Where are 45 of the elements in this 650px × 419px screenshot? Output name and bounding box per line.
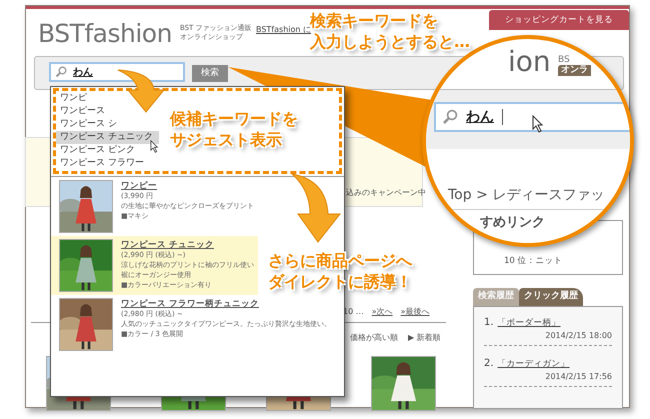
suggestion-item[interactable]: ワンピース ピンク xyxy=(56,144,141,157)
callout-text: 入力しようとすると… xyxy=(310,32,470,52)
sort-link[interactable]: 価格が高い順 xyxy=(350,332,398,344)
section-heading: すめリンク xyxy=(480,215,545,231)
list-number: 2. xyxy=(484,357,494,371)
suggestion-item[interactable]: ワンピース xyxy=(56,105,111,118)
curved-arrow-icon xyxy=(118,70,164,112)
pager-link[interactable]: »次へ xyxy=(372,306,393,318)
ranking-link[interactable]: 10 位：ニット xyxy=(504,255,563,268)
search-text: わん xyxy=(466,108,494,126)
cursor-icon xyxy=(532,115,544,133)
history-tab[interactable]: クリック履歴 xyxy=(519,288,583,306)
history-link[interactable]: 「カーディガン」 xyxy=(498,358,570,371)
search-field[interactable]: わん xyxy=(49,62,185,82)
suggestion-item[interactable]: ワンピース シ xyxy=(56,118,123,131)
suggestion-item[interactable]: ワンピ xyxy=(56,92,93,105)
product-title-link[interactable]: ワンピース チュニック xyxy=(121,239,254,251)
product-title-link[interactable]: ワンピース フラワー柄チュニック xyxy=(121,298,331,310)
site-logo[interactable]: BSTfashion xyxy=(38,20,172,48)
logo-text: ion xyxy=(508,47,551,77)
campaign-text: 込みのキャンペーン中 xyxy=(346,187,426,199)
search-icon xyxy=(55,66,67,78)
list-number: 1. xyxy=(484,316,494,330)
callout-text: 候補キーワードを xyxy=(170,108,298,129)
breadcrumb-text: Top > レディースファッ xyxy=(448,186,604,205)
product-title-link[interactable]: ワンピー xyxy=(121,180,254,192)
search-text: わん xyxy=(73,66,93,80)
cart-button[interactable]: ショッピングカートを見る xyxy=(489,10,629,30)
tagline-text: BS xyxy=(558,55,570,65)
history-link[interactable]: 「ボーダー柄」 xyxy=(498,317,561,330)
sort-link[interactable]: ▶ 新着順 xyxy=(408,332,441,344)
curved-arrow-icon xyxy=(292,174,340,242)
timestamp-text: 2014/2/15 17:56 xyxy=(545,371,612,383)
search-field[interactable]: わん xyxy=(434,102,630,132)
header-link[interactable]: BSTfashion に xyxy=(256,24,311,36)
timestamp-text: 2014/2/15 18:00 xyxy=(545,330,612,342)
callout-text: 検索キーワードを xyxy=(310,10,438,30)
suggestion-item[interactable]: ワンピース チュニック xyxy=(56,131,159,144)
cursor-icon xyxy=(150,140,159,153)
header-tab[interactable]: オンラ xyxy=(558,65,591,76)
suggestion-item[interactable]: ワンピース フラワー xyxy=(56,157,150,170)
search-button[interactable]: 検索 xyxy=(192,65,228,82)
search-icon xyxy=(442,109,458,125)
callout-text: サジェスト表示 xyxy=(170,129,282,150)
pager-link[interactable]: »最後へ xyxy=(400,306,430,318)
